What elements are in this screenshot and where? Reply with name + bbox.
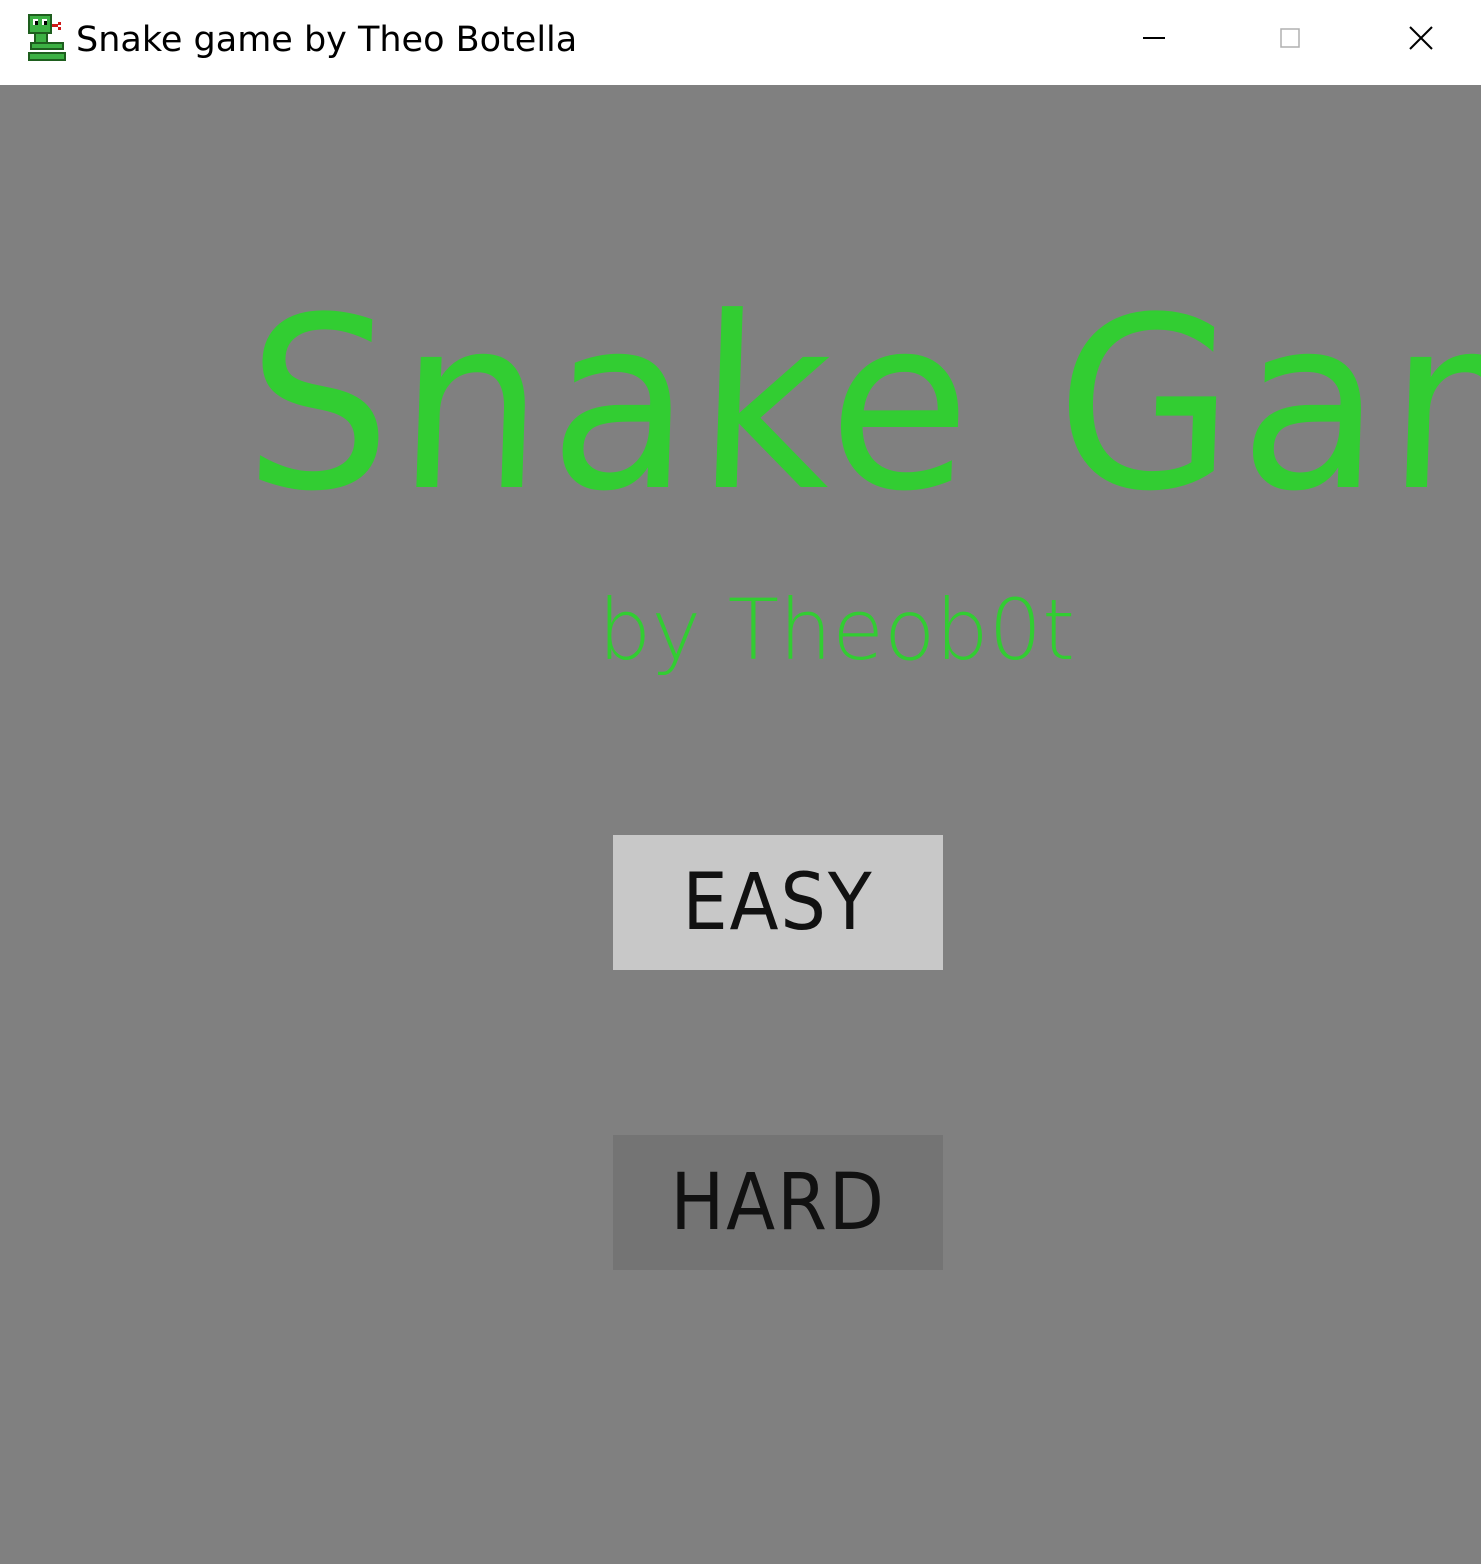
game-title-label: Snake Game — [241, 267, 1481, 544]
easy-button[interactable]: EASY — [613, 835, 943, 970]
hard-button[interactable]: HARD — [613, 1135, 943, 1270]
snake-icon — [22, 12, 70, 64]
game-subtitle-label: by Theob0t — [598, 581, 1076, 679]
close-button[interactable] — [1360, 0, 1481, 76]
window-title: Snake game by Theo Botella — [76, 20, 578, 60]
title-bar[interactable]: Snake game by Theo Botella — [0, 0, 1481, 85]
minimize-icon — [1143, 37, 1165, 39]
game-window: Snake game by Theo Botella Snake Game by… — [0, 0, 1481, 1564]
easy-button-label: EASY — [682, 857, 874, 948]
game-subtitle: by Theob0t — [598, 575, 1076, 685]
close-icon — [1408, 26, 1433, 50]
game-title: Snake Game — [241, 267, 1481, 544]
game-menu-area: Snake Game by Theob0t EASY HARD — [0, 85, 1481, 1564]
minimize-button[interactable] — [1086, 0, 1222, 76]
maximize-icon — [1280, 28, 1300, 48]
maximize-button[interactable] — [1222, 0, 1358, 76]
hard-button-label: HARD — [670, 1157, 886, 1248]
